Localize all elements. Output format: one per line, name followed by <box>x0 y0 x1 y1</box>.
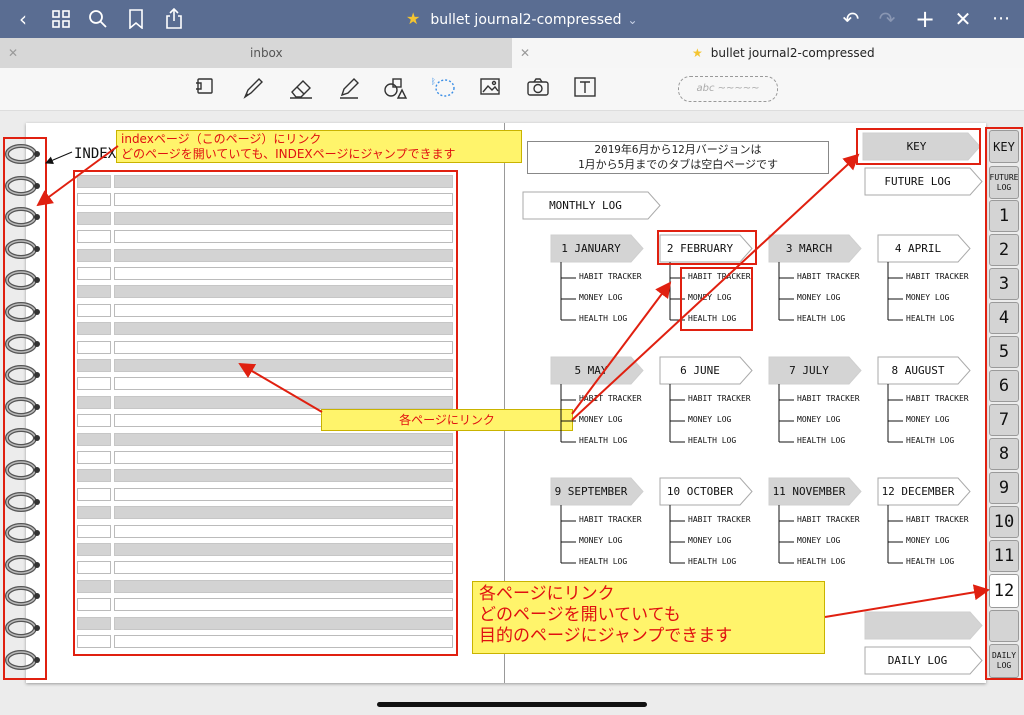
arrow-to-side-tabs <box>824 584 990 618</box>
arrow-to-key <box>571 153 860 421</box>
index-pointer-arrow <box>45 151 73 164</box>
arrow-to-spiral <box>36 145 119 207</box>
arrow-to-february <box>571 281 672 415</box>
arrow-to-index-grid <box>238 362 323 413</box>
annotation-arrows <box>36 145 990 618</box>
home-indicator <box>377 702 647 707</box>
